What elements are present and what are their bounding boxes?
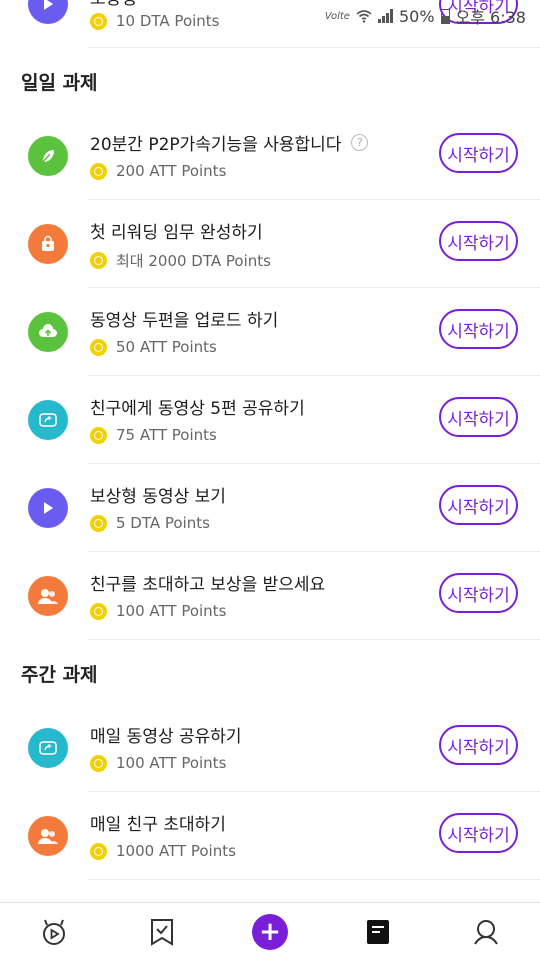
bottom-nav: + <box>0 902 540 960</box>
friends-icon <box>28 816 68 856</box>
task-points-label: 200 ATT Points <box>116 162 227 180</box>
task-points-label: 75 ATT Points <box>116 426 217 444</box>
nav-library[interactable] <box>348 903 408 960</box>
bookmark-check-icon <box>151 918 173 946</box>
task-points-label: 50 ATT Points <box>116 338 217 356</box>
signal-icon <box>377 9 393 23</box>
start-button[interactable]: 시작하기 <box>439 725 518 765</box>
cloud-upload-icon <box>28 312 68 352</box>
profile-icon <box>474 919 498 945</box>
home-icon <box>43 919 65 945</box>
share-icon <box>28 400 68 440</box>
task-row: 친구에게 동영상 5편 공유하기 75 ATT Points 시작하기 <box>28 376 540 464</box>
task-points: 200 ATT Points <box>90 162 226 180</box>
friends-icon <box>28 576 68 616</box>
task-points-label: 100 ATT Points <box>116 602 227 620</box>
battery-percent: 50% <box>398 6 435 26</box>
play-icon <box>28 488 68 528</box>
start-button[interactable]: 시작하기 <box>439 309 518 349</box>
coin-icon <box>90 514 107 532</box>
task-row: 첫 리워딩 임무 완성하기 최대 2000 DTA Points 시작하기 <box>28 200 540 288</box>
task-row: 보상형 동영상 보기 5 DTA Points 시작하기 <box>28 464 540 552</box>
task-points-label: 1000 ATT Points <box>116 842 236 860</box>
task-title: 20분간 P2P가속기능을 사용합니다 ? <box>90 130 369 155</box>
coin-icon <box>90 252 107 269</box>
task-points-label: 5 DTA Points <box>116 514 210 532</box>
share-icon <box>28 728 68 768</box>
task-points: 최대 2000 DTA Points <box>90 250 271 271</box>
section-title-weekly: 주간 과제 <box>21 664 98 686</box>
task-row: 친구를 초대하고 보상을 받으세요 100 ATT Points 시작하기 <box>28 552 540 640</box>
task-title: 매일 친구 초대하기 <box>90 815 226 835</box>
document-icon <box>367 919 389 944</box>
bag-icon <box>28 224 68 264</box>
task-title: 친구를 초대하고 보상을 받으세요 <box>90 575 326 595</box>
task-title: 보상형 동영상 보기 <box>90 487 226 507</box>
play-icon <box>28 0 68 24</box>
start-button[interactable]: 시작하기 <box>439 573 518 613</box>
start-button[interactable]: 시작하기 <box>439 813 518 853</box>
section-title-daily: 일일 과제 <box>21 72 98 94</box>
task-points: 1000 ATT Points <box>90 842 236 860</box>
start-button[interactable]: 시작하기 <box>439 485 518 525</box>
task-points: 100 ATT Points <box>90 754 226 772</box>
help-icon[interactable]: ? <box>351 134 369 151</box>
start-button[interactable]: 시작하기 <box>439 221 518 261</box>
task-title: 매일 동영상 공유하기 <box>90 727 242 747</box>
task-title: 첫 리워딩 임무 완성하기 <box>90 223 263 243</box>
task-points: 5 DTA Points <box>90 514 210 532</box>
task-row: 매일 동영상 공유하기 100 ATT Points 시작하기 <box>28 704 540 792</box>
battery-icon <box>440 8 450 24</box>
plus-icon: + <box>252 913 288 950</box>
nav-upload[interactable]: + <box>240 903 300 960</box>
start-button[interactable]: 시작하기 <box>439 133 518 173</box>
nav-home[interactable] <box>24 903 84 960</box>
coin-icon <box>90 754 107 772</box>
task-points-label: 최대 2000 DTA Points <box>116 252 271 270</box>
coin-icon <box>90 426 107 444</box>
task-list: 보상형 10 DTA Points 시작하기 일일 과제 20분간 P2P가속기… <box>0 0 540 880</box>
task-title: 친구에게 동영상 5편 공유하기 <box>90 399 305 419</box>
task-title: 동영상 두편을 업로드 하기 <box>90 311 279 331</box>
volte-indicator: Volte <box>324 10 350 22</box>
leaf-icon <box>28 136 68 176</box>
status-bar: Volte 50% 오후 6:38 <box>325 0 540 32</box>
task-points: 50 ATT Points <box>90 338 217 356</box>
wifi-icon <box>356 10 372 23</box>
coin-icon <box>90 842 107 860</box>
coin-icon <box>90 162 107 180</box>
task-points: 100 ATT Points <box>90 602 226 620</box>
task-row: 동영상 두편을 업로드 하기 50 ATT Points 시작하기 <box>28 288 540 376</box>
coin-icon <box>90 338 107 356</box>
task-points: 75 ATT Points <box>90 426 217 444</box>
nav-tasks[interactable] <box>132 903 192 960</box>
task-points-label: 10 DTA Points <box>116 12 220 30</box>
task-points-label: 100 ATT Points <box>116 754 227 772</box>
start-button[interactable]: 시작하기 <box>439 397 518 437</box>
coin-icon <box>90 602 107 620</box>
task-title: 보상형 <box>90 0 137 9</box>
nav-profile[interactable] <box>456 903 516 960</box>
task-title-text: 20분간 P2P가속기능을 사용합니다 <box>90 135 342 155</box>
clock: 오후 6:38 <box>455 8 526 27</box>
task-row: 20분간 P2P가속기능을 사용합니다 ? 200 ATT Points 시작하… <box>28 112 540 200</box>
coin-icon <box>90 12 107 30</box>
task-points: 10 DTA Points <box>90 12 220 30</box>
task-row: 매일 친구 초대하기 1000 ATT Points 시작하기 <box>28 792 540 880</box>
